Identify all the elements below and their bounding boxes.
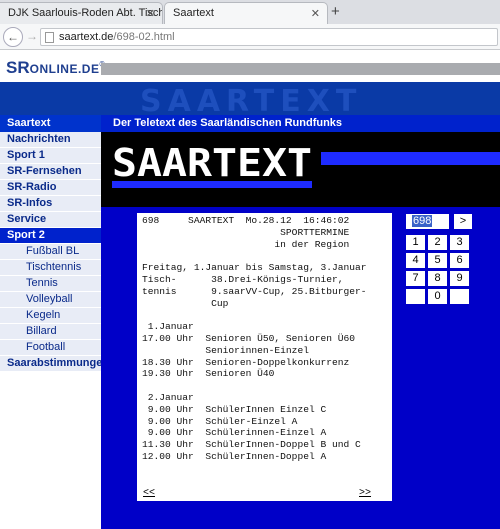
sidebar-subitem-football[interactable]: Football	[0, 340, 101, 356]
sidebar: Saartext Nachrichten Sport 1 SR-Fernsehe…	[0, 115, 109, 529]
page-subtitle: Der Teletext des Saarländischen Rundfunk…	[101, 115, 500, 132]
sidebar-subitem-billard[interactable]: Billard	[0, 324, 101, 340]
forward-arrow-icon[interactable]: →	[26, 29, 38, 43]
url-text[interactable]: saartext.de/698-02.html	[59, 31, 175, 43]
keypad-key-blank	[406, 289, 425, 304]
close-tab-icon[interactable]: ✕	[146, 7, 155, 20]
tab-djk[interactable]: DJK Saarlouis-Roden Abt. Tisch... ✕	[0, 2, 163, 24]
page-number-input[interactable]: 698	[406, 214, 449, 229]
keypad-key-0[interactable]: 0	[428, 289, 447, 304]
keypad-key-5[interactable]: 5	[428, 253, 447, 268]
teletext-content: 698 SAARTEXT Mo.28.12 16:46:02 SPORTTERM…	[137, 213, 392, 463]
sidebar-subitem-kegeln[interactable]: Kegeln	[0, 308, 101, 324]
teletext-line: 2.Januar	[147, 391, 194, 403]
sidebar-item-nachrichten[interactable]: Nachrichten	[0, 132, 101, 148]
previous-page-link[interactable]: <<	[143, 488, 155, 499]
teletext-line: 9.00 Uhr SchülerInnen Einzel C	[147, 403, 327, 415]
teletext-line: SPORTTERMINE	[280, 226, 350, 238]
page-number-value: 698	[412, 215, 433, 227]
sidebar-subitem-tischtennis[interactable]: Tischtennis	[0, 260, 101, 276]
main-panel: Der Teletext des Saarländischen Rundfunk…	[101, 115, 500, 529]
teletext-line: 9.00 Uhr Schülerinnen-Einzel A	[147, 427, 327, 439]
teletext-line: 9.00 Uhr Schüler-Einzel A	[147, 415, 298, 427]
tab-bar: DJK Saarlouis-Roden Abt. Tisch... ✕ Saar…	[0, 0, 500, 24]
banner: SAARTEXT	[0, 82, 500, 115]
sidebar-item-saarabstimmungen[interactable]: Saarabstimmungen	[0, 356, 109, 372]
keypad-key-4[interactable]: 4	[406, 253, 425, 268]
keypad-key-3[interactable]: 3	[450, 235, 469, 250]
sidebar-subitem-fussball[interactable]: Fußball BL	[0, 244, 101, 260]
url-path: /698-02.html	[113, 31, 175, 43]
teletext-line: 698 SAARTEXT Mo.28.12 16:46:02	[142, 215, 350, 226]
new-tab-icon[interactable]: +	[331, 3, 347, 21]
keypad-key-2[interactable]: 2	[428, 235, 447, 250]
sidebar-item-sr-radio[interactable]: SR-Radio	[0, 180, 101, 196]
sidebar-header[interactable]: Saartext	[0, 115, 101, 132]
keypad-key-7[interactable]: 7	[406, 271, 425, 286]
sidebar-subitem-volleyball[interactable]: Volleyball	[0, 292, 101, 308]
banner-watermark: SAARTEXT	[140, 84, 363, 115]
keypad-key-1[interactable]: 1	[406, 235, 425, 250]
sidebar-item-sr-fernsehen[interactable]: SR-Fernsehen	[0, 164, 101, 180]
next-page-link[interactable]: >>	[359, 488, 371, 499]
teletext-line: 11.30 Uhr SchülerInnen-Doppel B und C	[142, 439, 361, 451]
teletext-line: Tisch- 38.Drei-Königs-Turnier,	[142, 273, 344, 285]
tab-label: DJK Saarlouis-Roden Abt. Tisch...	[8, 7, 163, 19]
sidebar-item-sr-infos[interactable]: SR-Infos	[0, 196, 101, 212]
saartext-logo: SAARTEXT	[112, 146, 312, 180]
teletext-line: Seniorinnen-Einzel	[205, 344, 309, 356]
go-button[interactable]: >	[454, 214, 472, 229]
logo-underline	[112, 181, 312, 188]
sr-online-logo[interactable]: SRONLINE.DE®	[6, 58, 105, 78]
browser-toolbar: ← → saartext.de/698-02.html	[0, 24, 500, 50]
teletext-line: in der Region	[274, 238, 350, 250]
logo-bar	[321, 152, 500, 165]
teletext-line: 17.00 Uhr Senioren Ü50, Senioren Ü60	[142, 332, 356, 344]
teletext-line: 12.00 Uhr SchülerInnen-Doppel A	[142, 450, 327, 462]
teletext-page: 698 SAARTEXT Mo.28.12 16:46:02 SPORTTERM…	[137, 213, 392, 501]
back-arrow-icon[interactable]: ←	[3, 27, 23, 47]
sidebar-item-sport1[interactable]: Sport 1	[0, 148, 101, 164]
teletext-line: tennis 9.saarVV-Cup, 25.Bitburger-	[142, 285, 367, 297]
address-bar[interactable]: saartext.de/698-02.html	[40, 28, 498, 46]
header-strip	[101, 63, 500, 75]
teletext-line: 19.30 Uhr Senioren Ü40	[142, 368, 275, 380]
saartext-logo-text: SAARTEXT	[112, 146, 312, 180]
tab-label: Saartext	[173, 7, 214, 19]
page-icon	[45, 32, 54, 43]
teletext-line: Freitag, 1.Januar bis Samstag, 3.Januar	[142, 262, 367, 274]
tab-saartext[interactable]: Saartext ✕	[164, 2, 328, 24]
teletext-line: Cup	[211, 297, 229, 309]
sidebar-subitem-tennis[interactable]: Tennis	[0, 276, 101, 292]
keypad-key-9[interactable]: 9	[450, 271, 469, 286]
keypad-key-blank	[450, 289, 469, 304]
logo-online: ONLINE.DE	[29, 62, 100, 76]
url-domain: saartext.de	[59, 31, 114, 43]
logo-sr: SR	[6, 58, 30, 77]
keypad-key-8[interactable]: 8	[428, 271, 447, 286]
keypad-key-6[interactable]: 6	[450, 253, 469, 268]
teletext-line: 1.Januar	[147, 321, 194, 333]
sidebar-item-sport2[interactable]: Sport 2	[0, 228, 101, 244]
sidebar-item-service[interactable]: Service	[0, 212, 101, 228]
teletext-line: 18.30 Uhr Senioren-Doppelkonkurrenz	[142, 356, 350, 368]
close-tab-icon[interactable]: ✕	[311, 7, 320, 20]
